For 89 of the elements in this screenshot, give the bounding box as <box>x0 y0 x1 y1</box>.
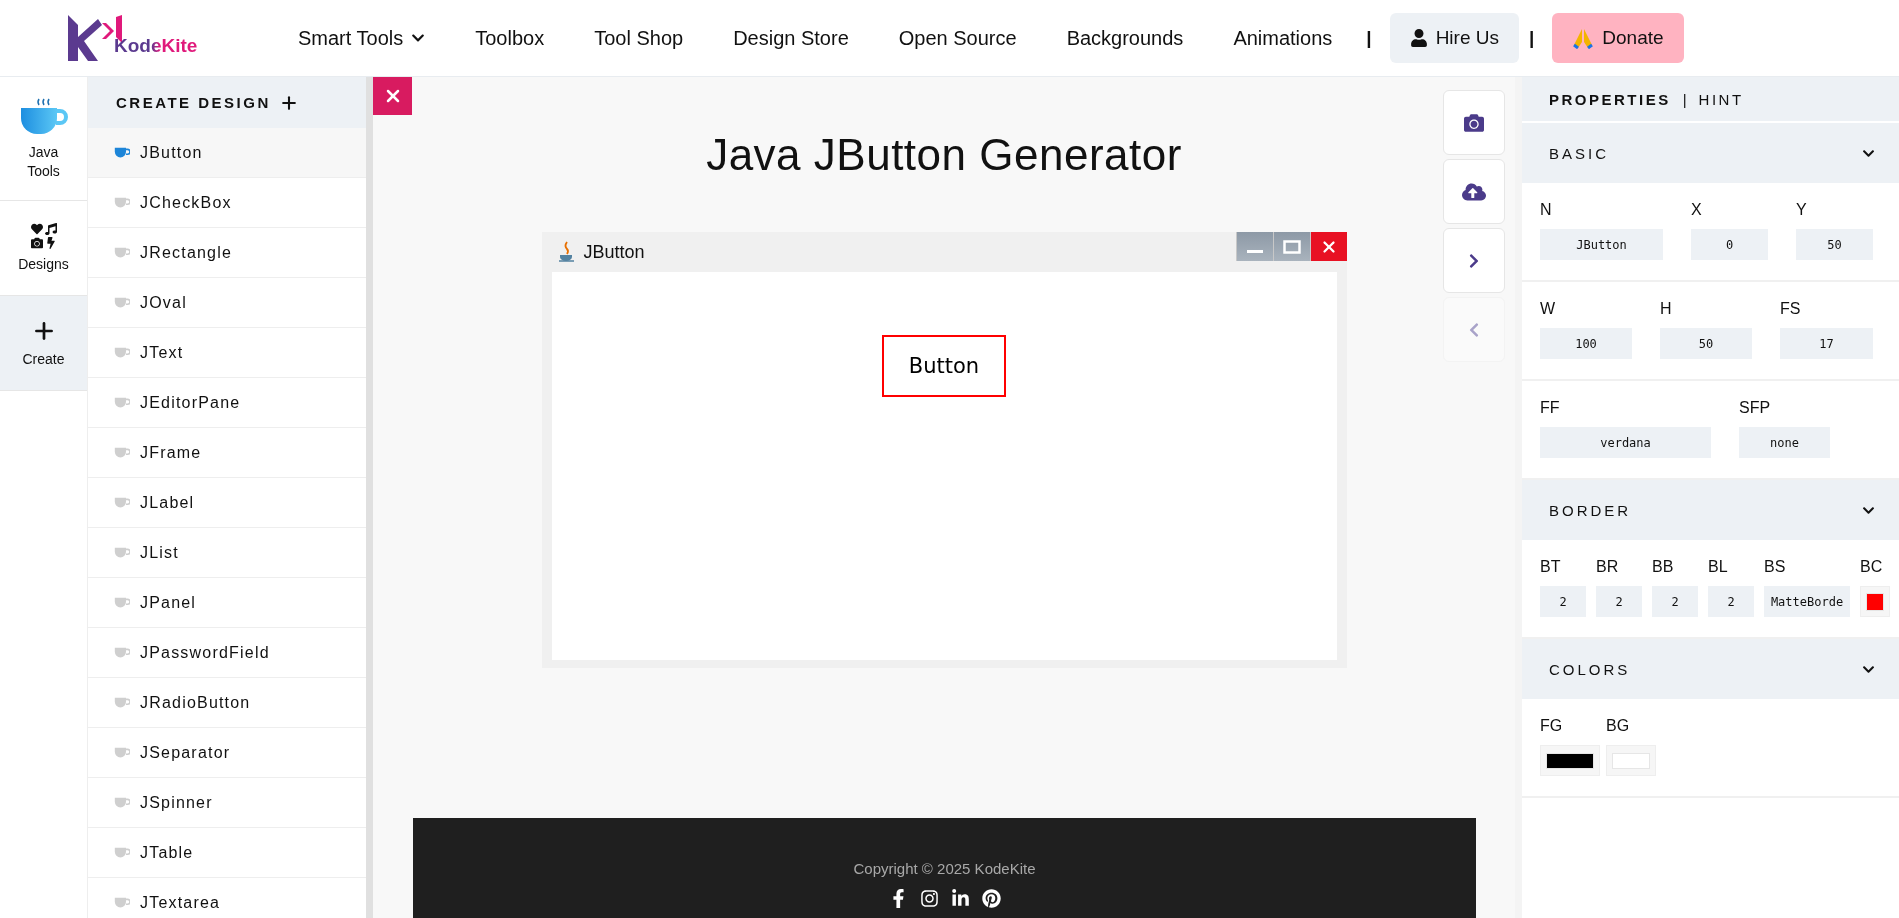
linkedin-icon[interactable] <box>950 889 970 908</box>
frame-title: JButton <box>583 241 646 263</box>
cup-icon <box>114 846 130 859</box>
nav-link[interactable]: Animations <box>1233 26 1333 50</box>
camera-icon <box>1464 112 1484 133</box>
color-picker[interactable] <box>1860 586 1890 617</box>
cup-icon <box>114 346 130 359</box>
input-field[interactable]: 50 <box>1660 328 1752 359</box>
cup-icon <box>114 546 130 559</box>
camera-button[interactable] <box>1443 90 1505 155</box>
field-label: BS <box>1764 558 1787 576</box>
input-field[interactable]: 2 <box>1652 586 1698 617</box>
field-label: FF <box>1540 399 1561 417</box>
nav-link[interactable]: Tool Shop <box>594 26 684 50</box>
color-picker[interactable] <box>1540 745 1600 776</box>
java-icon <box>557 241 576 263</box>
maximize-button[interactable] <box>1272 232 1310 261</box>
section-header[interactable]: COLORS <box>1522 639 1899 699</box>
field-label: FG <box>1540 717 1564 735</box>
person-icon <box>1409 29 1428 47</box>
cup-icon <box>114 396 130 409</box>
field-label: H <box>1660 300 1673 318</box>
input-field[interactable]: 50 <box>1796 229 1873 260</box>
input-field[interactable]: 100 <box>1540 328 1632 359</box>
upload-button[interactable] <box>1443 159 1505 224</box>
input-field[interactable]: 2 <box>1596 586 1642 617</box>
field-label: FS <box>1780 300 1802 318</box>
field-label: W <box>1540 300 1557 318</box>
sidebar-item[interactable]: JButton <box>88 128 366 178</box>
cup-icon <box>114 646 130 659</box>
field-label: BG <box>1606 717 1631 735</box>
color-picker[interactable] <box>1606 745 1656 776</box>
input-field[interactable]: 2 <box>1708 586 1754 617</box>
cup-icon <box>114 896 130 909</box>
field-label: Y <box>1796 201 1808 219</box>
shapes-icon <box>30 222 57 249</box>
field-label: X <box>1691 201 1703 219</box>
cup-icon <box>114 746 130 759</box>
section-header[interactable]: BORDER <box>1522 480 1899 540</box>
sidebar-title: CREATE DESIGN <box>116 94 271 111</box>
input-field[interactable]: none <box>1739 427 1830 458</box>
close-button[interactable] <box>373 77 412 115</box>
praying-hands-icon <box>1572 27 1595 49</box>
nav-link[interactable]: Backgrounds <box>1066 26 1184 50</box>
cup-icon <box>114 196 130 209</box>
page-title: Java JButton Generator <box>706 129 1182 181</box>
cup-icon <box>114 146 130 159</box>
donate-button[interactable]: Donate <box>1552 13 1684 63</box>
section-header[interactable]: BASIC <box>1522 123 1899 183</box>
pinterest-icon[interactable] <box>981 889 1001 908</box>
cup-icon <box>114 296 130 309</box>
nav-link[interactable]: Design Store <box>733 26 849 50</box>
cup-icon <box>114 696 130 709</box>
nav-link[interactable]: Open Source <box>898 26 1017 50</box>
field-label: BL <box>1708 558 1729 576</box>
instagram-icon[interactable] <box>919 889 939 908</box>
field-label: BB <box>1652 558 1675 576</box>
nav-link[interactable]: Smart Tools <box>298 26 426 50</box>
minimize-icon <box>1246 250 1263 253</box>
minimize-button[interactable] <box>1235 232 1273 261</box>
input-field[interactable]: 17 <box>1780 328 1873 359</box>
cup-icon <box>114 446 130 459</box>
panel-tab[interactable]: PROPERTIES <box>1549 90 1671 108</box>
cup-icon <box>114 246 130 259</box>
hire-us-button[interactable]: Hire Us <box>1389 13 1519 63</box>
cup-icon <box>114 496 130 509</box>
cup-icon <box>114 796 130 809</box>
maximize-icon <box>1282 239 1301 254</box>
input-field[interactable]: 2 <box>1540 586 1586 617</box>
nav-separator: | <box>1529 27 1535 49</box>
field-label: SFP <box>1739 399 1772 417</box>
field-label: BR <box>1596 558 1620 576</box>
copyright-text: Copyright © 2025 KodeKite <box>853 860 1036 877</box>
input-field[interactable]: JButton <box>1540 229 1663 260</box>
preview-button[interactable]: Button <box>882 335 1006 397</box>
scrollbar[interactable] <box>366 77 373 918</box>
field-label: BT <box>1540 558 1562 576</box>
nav-link[interactable]: Toolbox <box>475 26 545 50</box>
field-label: N <box>1540 201 1553 219</box>
input-field[interactable]: 0 <box>1691 229 1768 260</box>
nav-separator: | <box>1366 27 1372 49</box>
rail-tab[interactable]: Create <box>0 296 87 391</box>
panel-tab[interactable]: HINT <box>1698 90 1744 108</box>
field-label: BC <box>1860 558 1884 576</box>
input-field[interactable]: verdana <box>1540 427 1711 458</box>
input-field[interactable]: MatteBorde <box>1764 586 1850 617</box>
tab-separator: | <box>1682 90 1687 108</box>
close-button[interactable] <box>1309 232 1347 261</box>
cup-icon <box>114 596 130 609</box>
